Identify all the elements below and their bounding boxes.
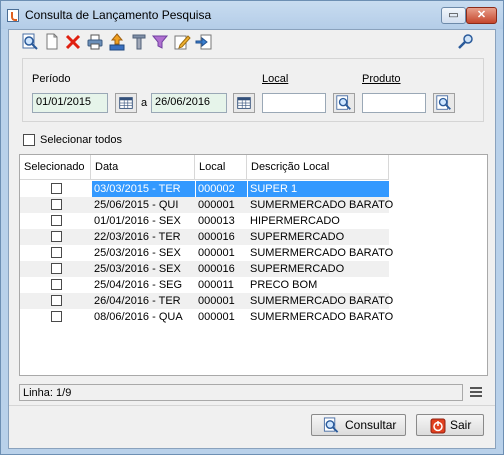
table-row[interactable]: 25/03/2016 - SEX 000001 SUMERMERCADO BARAT… — [20, 245, 394, 261]
tools-icon[interactable] — [130, 33, 148, 51]
row-descricao: SUPERMERCADO — [250, 263, 345, 275]
data-fim-field[interactable]: 26/06/2016 — [151, 93, 227, 113]
edit-icon[interactable] — [173, 33, 191, 51]
button-bar: Consultar Sair — [9, 405, 495, 449]
consultar-label: Consultar — [345, 418, 397, 432]
row-local: 000016 — [198, 263, 235, 275]
title-bar: Consulta de Lançamento Pesquisa ▭ ✕ — [1, 1, 503, 29]
table-row[interactable]: 25/04/2016 - SEG 000011 PRECO BOM — [20, 277, 389, 293]
produto-label: Produto — [362, 73, 401, 85]
key-search-icon[interactable] — [457, 33, 475, 51]
column-header-local[interactable]: Local — [195, 155, 247, 180]
results-grid: Selecionado Data Local Descrição Local 0… — [19, 154, 488, 376]
row-local: 000013 — [198, 215, 235, 227]
local-label: Local — [262, 73, 289, 85]
row-data: 26/04/2016 - TER — [94, 295, 181, 307]
status-bar: Linha: 1/9 — [19, 384, 463, 401]
row-select-checkbox[interactable] — [51, 279, 62, 290]
row-local: 000011 — [198, 279, 234, 291]
calendar-icon[interactable] — [233, 93, 255, 113]
row-select-checkbox[interactable] — [51, 231, 62, 242]
table-row[interactable]: 03/03/2015 - TER 000002 SUPER 1 — [20, 181, 389, 197]
table-row[interactable]: 22/03/2016 - TER 000016 SUPERMERCADO — [20, 229, 389, 245]
print-icon[interactable] — [86, 33, 104, 51]
row-descricao: SUMERMERCADO BARATO — [250, 311, 394, 323]
row-descricao: HIPERMERCADO — [250, 215, 340, 227]
row-local: 000001 — [198, 199, 235, 211]
java-app-icon — [7, 9, 19, 22]
table-row[interactable]: 01/01/2016 - SEX 000013 HIPERMERCADO — [20, 213, 389, 229]
client-area: Período 01/01/2015 a 26/06/2016 Local Pr… — [8, 29, 496, 449]
column-header-selecionado[interactable]: Selecionado — [20, 155, 91, 180]
row-descricao: PRECO BOM — [250, 279, 318, 291]
table-row[interactable]: 08/06/2016 - QUA 000001 SUMERMERCADO BARAT… — [20, 309, 394, 325]
column-header-data[interactable]: Data — [91, 155, 195, 180]
exit-icon — [430, 418, 446, 434]
row-data: 03/03/2015 - TER — [92, 181, 195, 197]
search-doc-icon — [323, 417, 339, 433]
row-select-checkbox[interactable] — [51, 247, 62, 258]
consultar-button[interactable]: Consultar — [311, 414, 406, 436]
sair-label: Sair — [450, 418, 472, 432]
calendar-icon[interactable] — [115, 93, 137, 113]
data-inicio-field[interactable]: 01/01/2015 — [32, 93, 108, 113]
row-data: 25/04/2016 - SEG — [94, 279, 183, 291]
row-local: 000001 — [198, 295, 235, 307]
row-descricao: SUMERMERCADO BARATO — [250, 247, 394, 259]
export-icon[interactable] — [108, 33, 126, 51]
row-data: 25/03/2016 - SEX — [94, 247, 181, 259]
filter-icon[interactable] — [151, 33, 169, 51]
produto-search-icon[interactable] — [433, 93, 455, 113]
row-data: 22/03/2016 - TER — [94, 231, 181, 243]
search-doc-icon[interactable] — [21, 33, 39, 51]
row-select-checkbox[interactable] — [51, 295, 62, 306]
row-local: 000001 — [198, 247, 235, 259]
menu-lines-icon[interactable] — [470, 387, 482, 397]
sair-button[interactable]: Sair — [416, 414, 484, 436]
local-field[interactable] — [262, 93, 326, 113]
row-select-checkbox[interactable] — [51, 311, 62, 322]
row-data: 25/03/2016 - SEX — [94, 263, 181, 275]
restore-button[interactable]: ▭ — [441, 7, 466, 24]
window-title: Consulta de Lançamento Pesquisa — [25, 8, 212, 22]
close-window-button[interactable]: ✕ — [466, 7, 497, 24]
row-data: 08/06/2016 - QUA — [94, 311, 183, 323]
column-header-descricao[interactable]: Descrição Local — [247, 155, 389, 180]
delete-icon[interactable] — [64, 33, 82, 51]
grid-header: Selecionado Data Local Descrição Local — [20, 155, 389, 180]
row-descricao: SUPERMERCADO — [250, 231, 345, 243]
new-doc-icon[interactable] — [43, 33, 61, 51]
row-data: 01/01/2016 - SEX — [94, 215, 181, 227]
table-row[interactable]: 26/04/2016 - TER 000001 SUMERMERCADO BARAT… — [20, 293, 394, 309]
row-select-checkbox[interactable] — [51, 183, 62, 194]
periodo-label: Período — [32, 73, 71, 85]
row-data: 25/06/2015 - QUI — [94, 199, 179, 211]
local-search-icon[interactable] — [333, 93, 355, 113]
filter-panel: Período 01/01/2015 a 26/06/2016 Local Pr… — [22, 58, 484, 122]
row-descricao: SUPER 1 — [248, 181, 389, 197]
table-row[interactable]: 25/06/2015 - QUI 000001 SUMERMERCADO BARAT… — [20, 197, 394, 213]
row-local: 000016 — [198, 231, 235, 243]
produto-field[interactable] — [362, 93, 426, 113]
row-descricao: SUMERMERCADO BARATO — [250, 295, 394, 307]
import-icon[interactable] — [195, 33, 213, 51]
row-local: 000002 — [196, 181, 247, 197]
select-all-checkbox[interactable] — [23, 134, 35, 146]
row-local: 000001 — [198, 311, 235, 323]
app-window: Consulta de Lançamento Pesquisa ▭ ✕ Perí… — [0, 0, 504, 455]
row-select-checkbox[interactable] — [51, 199, 62, 210]
row-descricao: SUMERMERCADO BARATO — [250, 199, 394, 211]
row-select-checkbox[interactable] — [51, 263, 62, 274]
periodo-separator: a — [141, 97, 148, 109]
select-all-label: Selecionar todos — [40, 134, 122, 146]
table-row[interactable]: 25/03/2016 - SEX 000016 SUPERMERCADO — [20, 261, 389, 277]
row-select-checkbox[interactable] — [51, 215, 62, 226]
